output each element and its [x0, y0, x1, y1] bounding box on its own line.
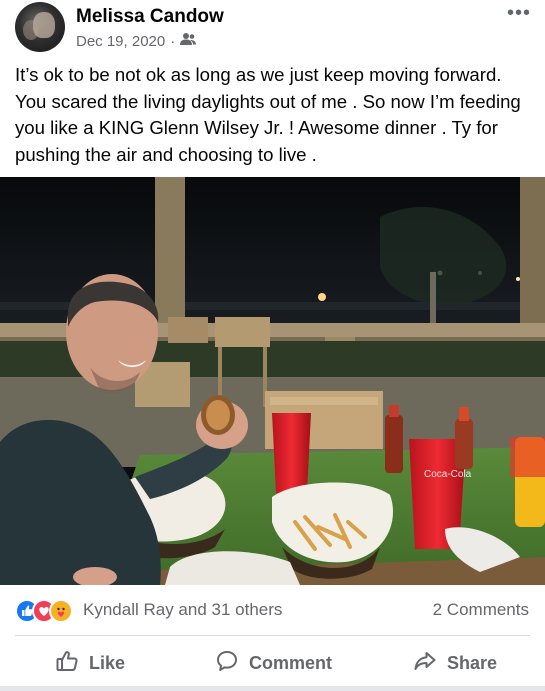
like-button[interactable]: Like [55, 646, 125, 680]
share-label: Share [447, 652, 498, 673]
reaction-names[interactable]: Kyndall Ray and 31 others [83, 600, 282, 620]
post-meta: Dec 19, 2020 · [76, 32, 197, 50]
reactions-bar: Kyndall Ray and 31 others 2 Comments [0, 596, 545, 626]
photo-scene: Coca-Cola [0, 177, 545, 585]
divider [15, 635, 530, 636]
comment-button[interactable]: Comment [215, 646, 332, 680]
friends-icon [180, 32, 197, 50]
comments-count[interactable]: 2 Comments [433, 600, 529, 620]
svg-text:Coca-Cola: Coca-Cola [424, 469, 472, 480]
share-arrow-icon [413, 649, 437, 678]
avatar[interactable] [15, 2, 65, 52]
more-options-icon[interactable]: ••• [507, 2, 531, 25]
meta-separator: · [170, 32, 176, 50]
avatar-person-2 [33, 12, 55, 38]
post-photo[interactable]: Coca-Cola [0, 177, 545, 585]
reaction-icons[interactable] [15, 599, 81, 623]
feed-separator [0, 686, 545, 691]
comment-bubble-icon [215, 649, 239, 678]
post-header: Melissa Candow Dec 19, 2020 · ••• [0, 0, 545, 56]
post-actions: Like Comment Share [0, 646, 545, 680]
comment-label: Comment [249, 652, 333, 673]
author-name[interactable]: Melissa Candow [76, 6, 224, 28]
post-date[interactable]: Dec 19, 2020 [76, 33, 165, 50]
care-reaction-icon [49, 599, 73, 623]
share-button[interactable]: Share [413, 646, 497, 680]
post-text: It’s ok to be not ok as long as we just … [15, 64, 521, 165]
like-label: Like [89, 652, 126, 673]
thumbs-up-icon [55, 649, 79, 678]
